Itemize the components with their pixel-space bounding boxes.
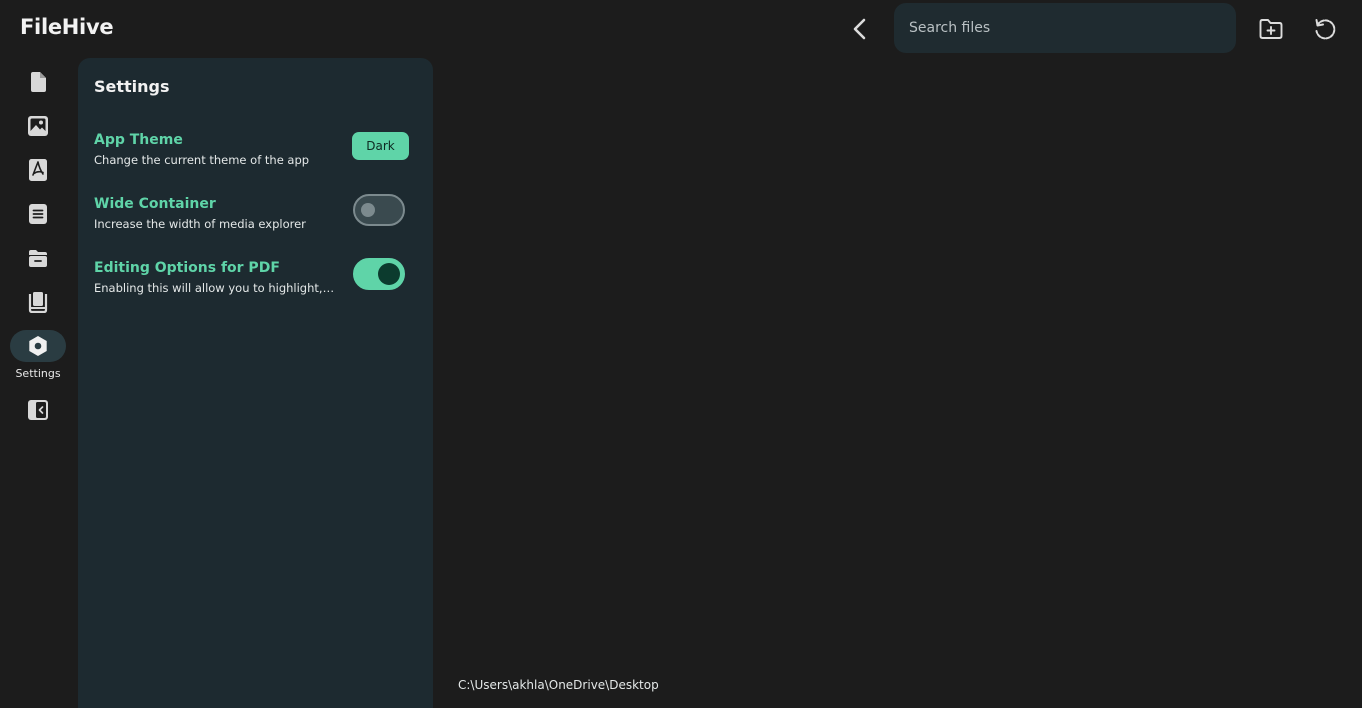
refresh-icon <box>1315 19 1336 40</box>
sidebar-item-settings[interactable] <box>10 330 66 362</box>
back-button[interactable] <box>846 14 874 44</box>
toggle-knob <box>378 263 400 285</box>
pdf-icon <box>29 159 47 181</box>
folder-plus-icon <box>1259 19 1283 39</box>
sidebar-item-documents[interactable] <box>10 66 66 98</box>
setting-app-theme: App Theme Change the current theme of th… <box>94 132 417 172</box>
search-box[interactable] <box>894 3 1236 53</box>
collapse-sidebar-icon <box>28 400 48 420</box>
refresh-button[interactable] <box>1312 16 1338 42</box>
sidebar-item-books[interactable] <box>10 286 66 318</box>
setting-title: App Theme <box>94 132 183 148</box>
settings-icon <box>29 336 47 356</box>
current-path: C:\Users\akhla\OneDrive\Desktop <box>458 678 659 692</box>
sidebar-item-text-files[interactable] <box>10 198 66 230</box>
book-icon <box>28 292 48 313</box>
wide-container-toggle[interactable] <box>353 194 405 226</box>
setting-description: Change the current theme of the app <box>94 153 310 167</box>
panel-title: Settings <box>94 77 170 96</box>
search-input[interactable] <box>907 19 1236 37</box>
setting-title: Editing Options for PDF <box>94 260 280 276</box>
sidebar-collapse-button[interactable] <box>10 394 66 426</box>
text-file-icon <box>29 204 47 224</box>
setting-description: Increase the width of media explorer <box>94 217 306 231</box>
sidebar-item-pdfs[interactable] <box>10 154 66 186</box>
toggle-knob <box>361 203 375 217</box>
settings-panel: Settings App Theme Change the current th… <box>78 58 433 708</box>
document-icon <box>31 72 46 92</box>
setting-pdf-editing: Editing Options for PDF Enabling this wi… <box>94 258 417 300</box>
setting-wide-container: Wide Container Increase the width of med… <box>94 194 417 236</box>
app-title: FileHive <box>20 15 114 39</box>
setting-description: Enabling this will allow you to highligh… <box>94 281 336 295</box>
sidebar-item-label: Settings <box>15 367 61 380</box>
setting-title: Wide Container <box>94 196 216 212</box>
image-icon <box>28 116 48 136</box>
chevron-left-icon <box>853 18 866 40</box>
sidebar-item-images[interactable] <box>10 110 66 142</box>
theme-button[interactable]: Dark <box>352 132 409 160</box>
sidebar-item-archives[interactable] <box>10 242 66 274</box>
archive-icon <box>29 250 47 267</box>
new-folder-button[interactable] <box>1258 16 1284 42</box>
pdf-editing-toggle[interactable] <box>353 258 405 290</box>
